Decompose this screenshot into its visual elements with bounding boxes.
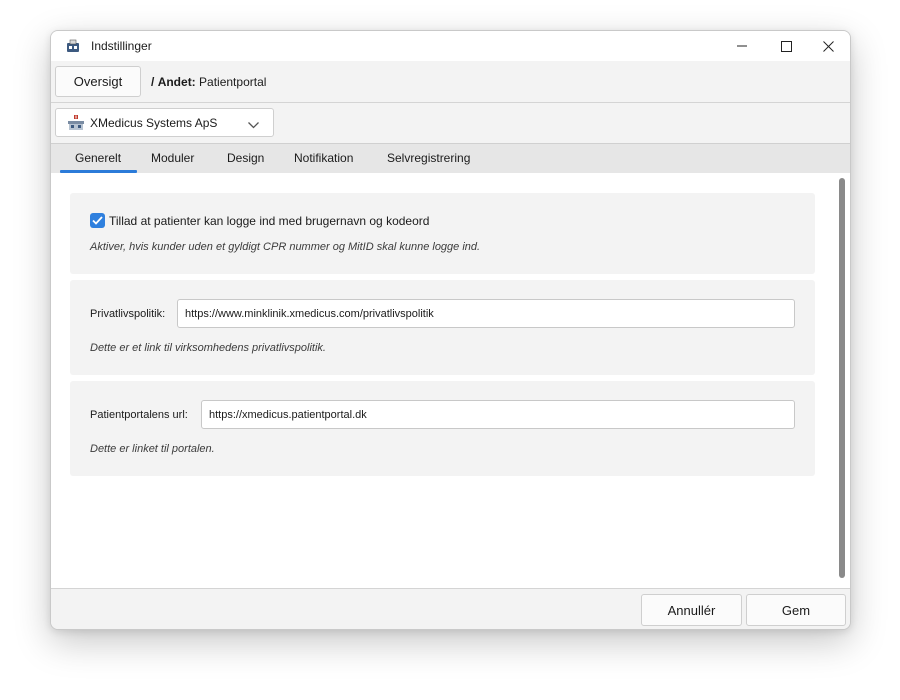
organization-select[interactable]: XMedicus Systems ApS bbox=[55, 108, 274, 137]
tab-moduler[interactable]: Moduler bbox=[151, 151, 194, 165]
app-icon bbox=[66, 39, 80, 53]
save-button[interactable]: Gem bbox=[746, 594, 846, 626]
tab-selvregistrering[interactable]: Selvregistrering bbox=[387, 151, 470, 165]
login-checkbox[interactable] bbox=[90, 213, 105, 228]
breadcrumb: / Andet: Patientportal bbox=[151, 75, 266, 89]
breadcrumb-separator: / bbox=[151, 75, 155, 89]
privacy-url-field[interactable] bbox=[177, 299, 795, 328]
close-icon bbox=[822, 40, 834, 52]
organization-selected: XMedicus Systems ApS bbox=[90, 116, 218, 130]
maximize-button[interactable] bbox=[764, 31, 808, 61]
privacy-hint: Dette er et link til virksomhedens priva… bbox=[90, 342, 326, 354]
chevron-down-icon bbox=[248, 117, 259, 132]
tab-bar: Generelt Moduler Design Notifikation Sel… bbox=[51, 143, 850, 173]
organization-bar: XMedicus Systems ApS bbox=[51, 103, 850, 143]
login-checkbox-label[interactable]: Tillad at patienter kan logge ind med br… bbox=[109, 214, 429, 228]
portal-hint: Dette er linket til portalen. bbox=[90, 443, 215, 455]
breadcrumb-section: Andet: bbox=[157, 75, 196, 89]
checkmark-icon bbox=[92, 216, 103, 225]
privacy-setting-card: Privatlivspolitik: Dette er et link til … bbox=[70, 280, 815, 375]
close-button[interactable] bbox=[806, 31, 850, 61]
portal-url-field[interactable] bbox=[201, 400, 795, 429]
tab-design[interactable]: Design bbox=[227, 151, 264, 165]
scrollbar-thumb[interactable] bbox=[839, 178, 845, 578]
overview-button[interactable]: Oversigt bbox=[55, 66, 141, 97]
breadcrumb-page: Patientportal bbox=[199, 75, 267, 89]
vertical-scrollbar[interactable] bbox=[834, 173, 850, 588]
login-setting-card: Tillad at patienter kan logge ind med br… bbox=[70, 193, 815, 274]
settings-window: Indstillinger Oversigt / Andet: Patientp… bbox=[50, 30, 851, 630]
portal-setting-card: Patientportalens url: Dette er linket ti… bbox=[70, 381, 815, 476]
footer-bar: Annullér Gem bbox=[51, 588, 850, 629]
settings-panel: Tillad at patienter kan logge ind med br… bbox=[51, 173, 834, 588]
title-bar: Indstillinger bbox=[51, 31, 850, 61]
privacy-label: Privatlivspolitik: bbox=[90, 308, 166, 320]
portal-url-label: Patientportalens url: bbox=[90, 409, 188, 421]
login-hint: Aktiver, hvis kunder uden et gyldigt CPR… bbox=[90, 241, 481, 253]
breadcrumb-bar: Oversigt / Andet: Patientportal bbox=[51, 61, 850, 103]
tab-notifikation[interactable]: Notifikation bbox=[294, 151, 353, 165]
window-title: Indstillinger bbox=[91, 39, 152, 53]
tab-generelt[interactable]: Generelt bbox=[75, 151, 121, 165]
minimize-button[interactable] bbox=[720, 31, 764, 61]
minimize-icon bbox=[737, 45, 747, 47]
maximize-icon bbox=[780, 40, 792, 52]
clinic-icon bbox=[67, 115, 85, 131]
cancel-button[interactable]: Annullér bbox=[641, 594, 742, 626]
